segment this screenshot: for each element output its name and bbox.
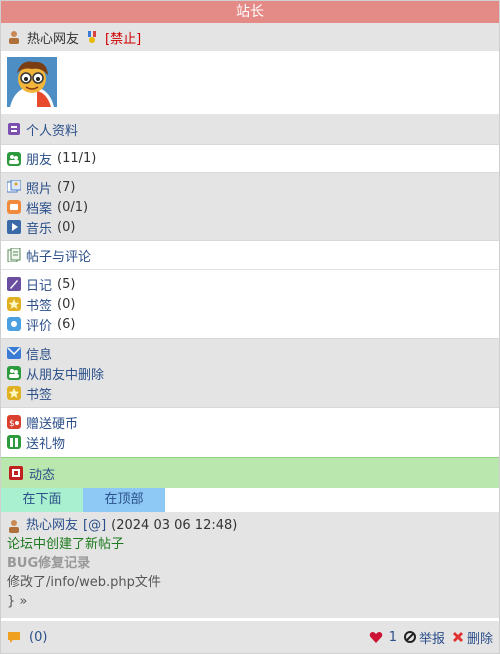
menu-item-bookmarks[interactable]: 书签 (0) [1,294,499,314]
post-action: 论坛中创建了新帖子 [7,537,125,552]
profile-link[interactable]: 个人资料 [26,120,78,139]
profile-page: 站长 热心网友 [禁止] 个人资料 朋友 (11/1) 照片 (7) 档案 (0… [0,0,500,654]
post-author[interactable]: 热心网友 [26,516,78,535]
tab-top[interactable]: 在顶部 [83,488,165,512]
section-media: 照片 (7) 档案 (0/1) 音乐 (0) [1,172,499,240]
activity-header: 动态 [1,457,499,488]
envelope-icon [7,346,21,360]
music-play-icon [7,220,21,234]
ban-link[interactable]: [禁止] [105,28,141,47]
comment-icon[interactable] [7,630,21,644]
section-content: 日记 (5) 书签 (0) 评价 (6) [1,269,499,338]
menu-item-message[interactable]: 信息 [1,343,499,363]
menu-item-posts-comments[interactable]: 帖子与评论 [1,245,91,265]
heart-icon[interactable] [369,630,383,644]
activity-tabs: 在下面 在顶部 [1,488,499,512]
comments-count[interactable]: (0) [29,630,47,645]
music-count: (0) [57,219,76,235]
post-title[interactable]: BUG修复记录 [7,554,493,573]
document-icon [7,248,21,262]
post-tail[interactable]: } » [7,592,493,611]
reviews-count: (6) [57,316,76,332]
like-count: 1 [388,629,397,645]
menu-item-send-coins[interactable]: $ 赠送硬币 [1,412,499,432]
profile-book-icon [7,122,21,136]
page-header: 站长 [1,1,499,23]
menu-item-reviews[interactable]: 评价 (6) [1,314,499,334]
section-actions: 信息 从朋友中删除 书签 [1,338,499,407]
delete-link[interactable]: 删除 [467,628,493,647]
activity-icon [9,466,23,480]
menu-item-music[interactable]: 音乐 (0) [1,217,499,237]
mention-link[interactable]: [@] [83,516,106,535]
medal-icon [85,30,99,44]
username[interactable]: 热心网友 [27,28,79,47]
menu-item-friends[interactable]: 朋友 (11/1) [1,149,96,169]
reviews-link[interactable]: 评价 [26,315,52,334]
post-meta: 热心网友 [@] (2024 03 06 12:48) [7,516,493,535]
music-link[interactable]: 音乐 [26,218,52,237]
tab-below[interactable]: 在下面 [1,488,83,512]
files-count: (0/1) [57,199,89,215]
diary-link[interactable]: 日记 [26,275,52,294]
section-profile: 个人资料 [1,113,499,144]
post-body: 修改了/info/web.php文件 [7,575,161,590]
message-link[interactable]: 信息 [26,344,52,363]
avatar[interactable] [7,57,57,107]
menu-item-bookmark[interactable]: 书签 [1,383,499,403]
review-icon [7,317,21,331]
section-gifts: $ 赠送硬币 送礼物 [1,407,499,457]
post-timestamp: (2024 03 06 12:48) [111,518,238,533]
gift-icon [7,435,21,449]
files-link[interactable]: 档案 [26,198,52,217]
section-posts: 帖子与评论 [1,240,499,269]
section-friends: 朋友 (11/1) [1,144,499,172]
post-actions: 1 举报 删除 [369,628,493,647]
activity-title[interactable]: 动态 [29,464,55,483]
friends-icon [7,151,21,166]
bookmarks-link[interactable]: 书签 [26,295,52,314]
block-icon [403,630,417,644]
posts-comments-link[interactable]: 帖子与评论 [26,246,91,265]
diary-count: (5) [57,276,76,292]
menu-item-diary[interactable]: 日记 (5) [1,274,499,294]
diary-icon [7,277,21,291]
files-icon [7,200,21,214]
send-gift-link[interactable]: 送礼物 [26,433,65,452]
post-footer: (0) 1 举报 删除 [1,621,499,653]
menu-item-send-gift[interactable]: 送礼物 [1,432,499,452]
delete-x-icon [451,630,465,644]
user-icon [7,30,21,44]
menu-item-profile[interactable]: 个人资料 [1,114,78,144]
user-bar: 热心网友 [禁止] [1,23,499,51]
avatar-row [1,51,499,113]
menu-item-photos[interactable]: 照片 (7) [1,177,499,197]
bookmarks-count: (0) [57,296,76,312]
page-title: 站长 [236,4,264,20]
photos-count: (7) [57,179,76,195]
send-coins-link[interactable]: 赠送硬币 [26,413,78,432]
star-icon [7,297,21,311]
svg-text:$: $ [9,419,15,429]
remove-friend-link[interactable]: 从朋友中删除 [26,364,104,383]
user-icon [7,519,21,533]
photos-link[interactable]: 照片 [26,178,52,197]
report-link[interactable]: 举报 [419,628,445,647]
activity-post: 热心网友 [@] (2024 03 06 12:48) 论坛中创建了新帖子 BU… [1,512,499,618]
friends-link[interactable]: 朋友 [26,149,52,168]
star-icon [7,386,21,400]
menu-item-remove-friend[interactable]: 从朋友中删除 [1,363,499,383]
friends-count: (11/1) [57,151,97,166]
photos-icon [7,180,21,194]
menu-item-files[interactable]: 档案 (0/1) [1,197,499,217]
bookmark-link[interactable]: 书签 [26,384,52,403]
coins-icon: $ [7,415,21,429]
friends-remove-icon [7,366,21,380]
